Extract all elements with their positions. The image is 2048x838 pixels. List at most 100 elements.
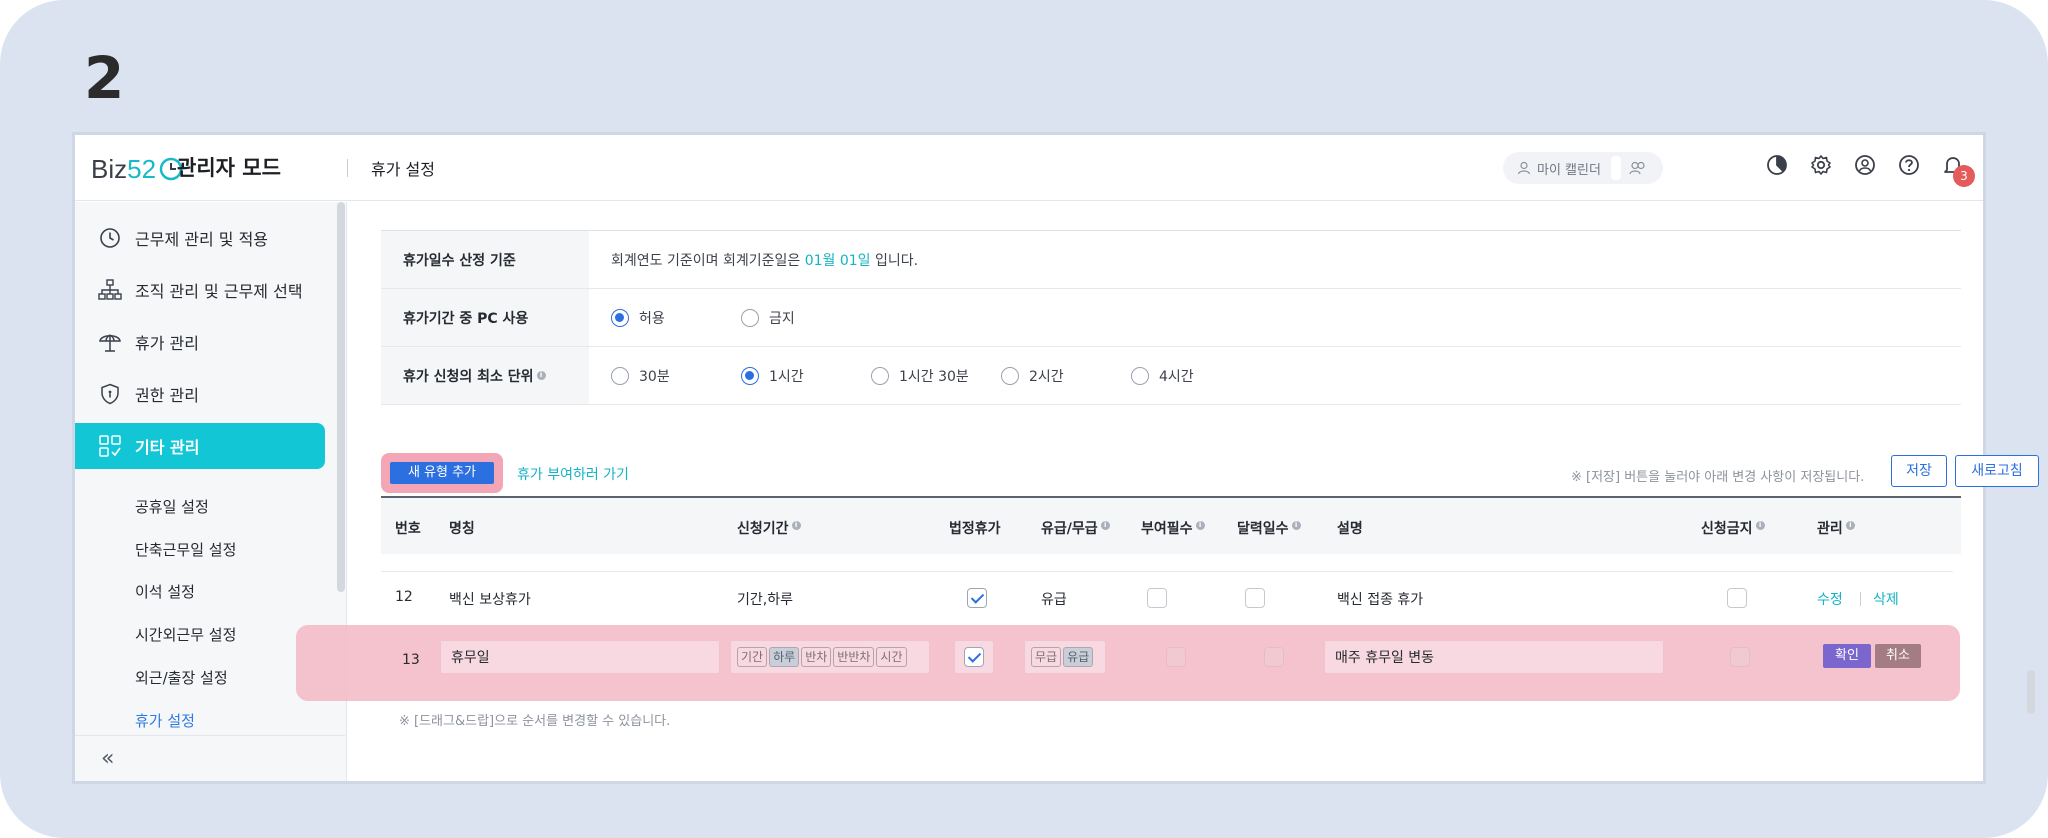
biz52-logo[interactable]: Biz 52 <box>91 151 184 187</box>
info-icon[interactable]: i <box>536 371 546 380</box>
radio-circle <box>1131 366 1149 385</box>
bell-icon[interactable]: 3 <box>1941 153 1975 187</box>
help-icon[interactable] <box>1897 153 1921 177</box>
row13-calendar-checkbox[interactable] <box>1264 647 1284 667</box>
radio-label: 1시간 <box>769 368 804 385</box>
my-calendar-button[interactable]: 마이 캘린더 <box>1503 152 1663 184</box>
step-number: 2 <box>84 44 125 112</box>
sidebar-item-vacation[interactable]: 휴가 관리 <box>75 319 325 365</box>
setting-row-basis: 휴가일수 산정 기준 회계연도 기준이며 회계기준일은 01월 01일 입니다. <box>381 231 1961 289</box>
info-icon[interactable]: i <box>1100 521 1110 531</box>
col-calendar-days: 달력일수 i <box>1237 518 1301 538</box>
col-manage-label: 관리 <box>1817 521 1843 537</box>
account-icon[interactable] <box>1853 153 1877 177</box>
row12-calendar-checkbox[interactable] <box>1245 588 1265 608</box>
row13-confirm-button[interactable]: 확인 <box>1823 644 1871 668</box>
info-icon[interactable]: i <box>1845 521 1855 531</box>
radio-deny[interactable]: 금지 <box>741 308 795 328</box>
radio-circle <box>611 308 629 327</box>
gear-icon[interactable] <box>1809 153 1833 177</box>
chip-quarter[interactable]: 반반차 <box>833 647 875 667</box>
chip-period[interactable]: 기간 <box>737 647 768 667</box>
sidebar-item-organization[interactable]: 조직 관리 및 근무제 선택 <box>75 267 325 313</box>
link-separator <box>1860 592 1861 606</box>
row12-ban-checkbox[interactable] <box>1727 588 1747 608</box>
chip-half[interactable]: 반차 <box>801 647 832 667</box>
basis-suffix: 입니다. <box>874 252 919 269</box>
sub-item-away[interactable]: 이석 설정 <box>135 581 195 602</box>
sidebar-item-label: 근무제 관리 및 적용 <box>135 230 269 249</box>
sidebar-item-work-system[interactable]: 근무제 관리 및 적용 <box>75 215 325 261</box>
sub-item-vacation-settings[interactable]: 휴가 설정 <box>135 710 195 731</box>
setting-label: 휴가일수 산정 기준 <box>381 231 589 288</box>
row13-required-checkbox[interactable] <box>1166 647 1186 667</box>
org-chart-icon <box>97 277 123 303</box>
chip-hour[interactable]: 시간 <box>876 647 907 667</box>
row13-ban-checkbox[interactable] <box>1730 647 1750 667</box>
row12-description: 백신 접종 휴가 <box>1337 592 1424 608</box>
mode-title: 관리자 모드 <box>177 156 281 180</box>
sub-item-short-workday[interactable]: 단축근무일 설정 <box>135 539 236 560</box>
setting-row-min-unit: 휴가 신청의 최소 단위 i 30분 1시간 1시간 30분 2시간 4시간 <box>381 347 1961 405</box>
chip-paid[interactable]: 유급 <box>1063 647 1094 667</box>
col-manage: 관리 i <box>1817 518 1855 538</box>
sub-item-outside-work[interactable]: 외근/출장 설정 <box>135 667 228 688</box>
notification-badge: 3 <box>1953 165 1975 187</box>
radio-2hours[interactable]: 2시간 <box>1001 366 1064 386</box>
col-period: 신청기간 i <box>737 518 801 538</box>
row13-legal-checkbox[interactable] <box>964 647 984 667</box>
info-icon[interactable]: i <box>791 521 801 531</box>
add-new-type-button[interactable]: 새 유형 추가 <box>390 462 494 484</box>
radio-circle <box>611 366 629 385</box>
save-button[interactable]: 저장 <box>1891 455 1947 487</box>
radio-1hour[interactable]: 1시간 <box>741 366 804 386</box>
pie-chart-icon[interactable] <box>1765 153 1789 177</box>
users-icon[interactable] <box>1629 161 1647 175</box>
row12-legal-checkbox[interactable] <box>967 588 987 608</box>
col-request-ban: 신청금지 i <box>1701 518 1765 538</box>
row12-edit-link[interactable]: 수정 <box>1817 589 1843 609</box>
row12-delete-link[interactable]: 삭제 <box>1873 589 1899 609</box>
row12-required-checkbox[interactable] <box>1147 588 1167 608</box>
row13-cancel-button[interactable]: 취소 <box>1875 644 1921 668</box>
sidebar-item-permission[interactable]: 권한 관리 <box>75 371 325 417</box>
chip-unpaid[interactable]: 무급 <box>1031 647 1062 667</box>
row12-paid: 유급 <box>1041 592 1067 608</box>
basis-text: 회계연도 기준이며 회계기준일은 <box>611 252 801 269</box>
col-paid-label: 유급/무급 <box>1041 521 1098 537</box>
radio-4hours[interactable]: 4시간 <box>1131 366 1194 386</box>
radio-allow[interactable]: 허용 <box>611 308 665 328</box>
setting-label: 휴가 신청의 최소 단위 i <box>381 347 589 404</box>
row13-description-input[interactable]: 매주 휴무일 변동 <box>1324 640 1664 674</box>
radio-circle <box>741 308 759 327</box>
info-icon[interactable]: i <box>1195 521 1205 531</box>
chip-day[interactable]: 하루 <box>769 647 800 667</box>
clock-icon <box>97 225 123 251</box>
sidebar-footer: « <box>75 735 345 781</box>
refresh-button[interactable]: 새로고침 <box>1955 455 2039 487</box>
goto-grant-link[interactable]: 휴가 부여하러 가기 <box>517 464 629 484</box>
info-icon[interactable]: i <box>1755 521 1765 531</box>
main-scrollbar[interactable] <box>2027 670 2035 714</box>
row13-name-input[interactable]: 휴무일 <box>440 640 720 674</box>
sidebar-item-other[interactable]: 기타 관리 <box>75 423 325 469</box>
col-name: 명칭 <box>449 521 475 537</box>
settings-table: 휴가일수 산정 기준 회계연도 기준이며 회계기준일은 01월 01일 입니다.… <box>381 230 1961 405</box>
page-title: 휴가 설정 <box>371 160 435 179</box>
sidebar-scrollbar[interactable] <box>337 202 345 592</box>
row13-name-value: 휴무일 <box>451 650 490 666</box>
sub-item-holiday[interactable]: 공휴일 설정 <box>135 496 209 517</box>
info-icon[interactable]: i <box>1291 521 1301 531</box>
sub-item-overtime[interactable]: 시간외근무 설정 <box>135 624 236 645</box>
sidebar-item-label: 기타 관리 <box>135 438 200 457</box>
row-divider <box>381 571 1953 572</box>
radio-1hour-30min[interactable]: 1시간 30분 <box>871 366 969 386</box>
basis-date: 01월 01일 <box>804 252 871 269</box>
radio-30min[interactable]: 30분 <box>611 366 670 386</box>
setting-value: 회계연도 기준이며 회계기준일은 01월 01일 입니다. <box>589 250 918 270</box>
row13-paid-chips: 무급 유급 <box>1024 640 1106 674</box>
collapse-sidebar-icon[interactable]: « <box>101 746 114 771</box>
radio-circle <box>741 366 759 385</box>
col-calendar-days-label: 달력일수 <box>1237 521 1289 537</box>
col-description: 설명 <box>1337 521 1363 537</box>
